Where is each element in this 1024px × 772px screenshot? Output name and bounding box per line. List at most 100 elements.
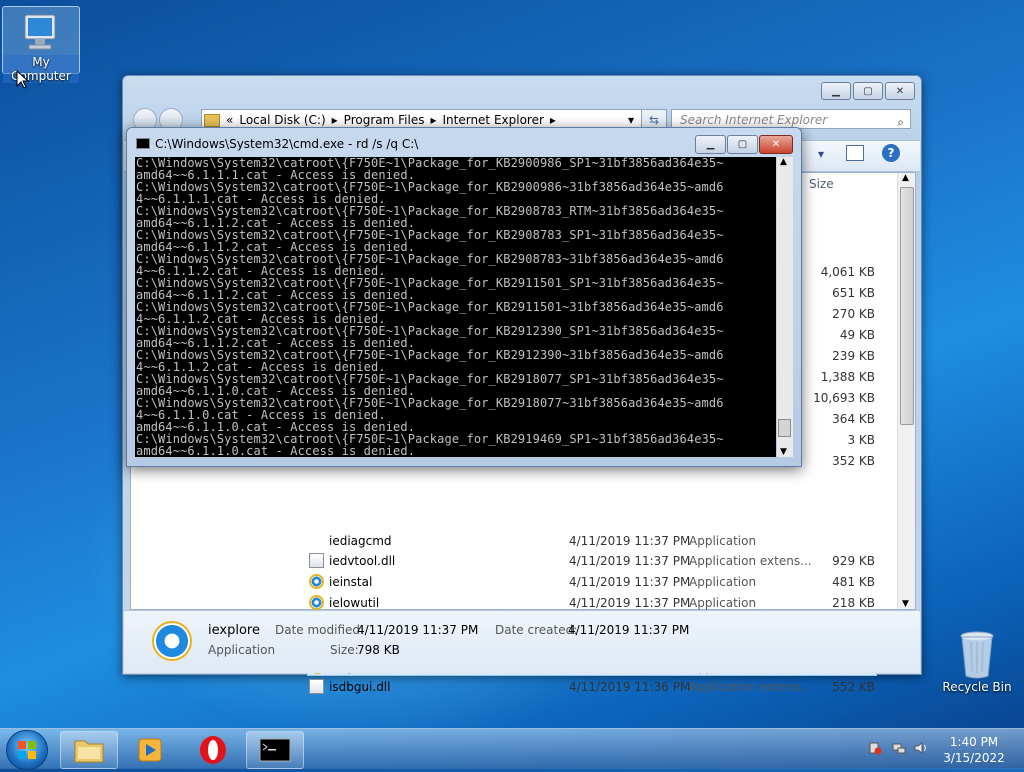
file-name: iediagcmd	[329, 534, 392, 548]
console-text: C:\Windows\System32\catroot\{F750E~1\Pac…	[135, 157, 776, 457]
cmd-window-title: C:\Windows\System32\cmd.exe - rd /s /q C…	[155, 137, 419, 151]
minimize-button[interactable]: ▁	[821, 82, 851, 100]
file-date: 4/11/2019 11:37 PM	[569, 575, 691, 589]
file-type: Application	[689, 575, 757, 589]
details-size-label: Size:	[330, 643, 359, 657]
details-pane: iexplore Application Date modified: 4/11…	[124, 610, 920, 673]
cmd-minimize-button[interactable]: ▁	[695, 135, 726, 154]
scroll-up-icon[interactable]: ▲	[902, 173, 909, 183]
file-size: 929 KB	[832, 554, 875, 568]
maximize-icon: ▢	[863, 85, 873, 97]
help-icon[interactable]: ?	[882, 144, 900, 162]
breadcrumb-separator-icon: ▸	[331, 113, 338, 127]
vertical-scrollbar[interactable]: ▲ ▼	[897, 173, 915, 609]
maximize-icon: ▢	[737, 139, 748, 150]
breadcrumb-separator-icon: ▸	[549, 113, 556, 127]
taskbar: 1:40 PM 3/15/2022	[0, 728, 1024, 770]
console-output[interactable]: C:\Windows\System32\catroot\{F750E~1\Pac…	[135, 157, 776, 457]
console-scrollbar[interactable]: ▲ ▼	[777, 157, 793, 457]
windows-logo-icon	[18, 741, 36, 759]
console-icon	[259, 738, 291, 762]
clock-date: 3/15/2022	[943, 751, 1005, 765]
desktop-icon-my-computer[interactable]: My Computer	[2, 6, 80, 83]
details-file-type: Application	[208, 643, 276, 657]
scrollbar-thumb[interactable]	[900, 187, 914, 425]
file-type: Application	[689, 534, 757, 548]
cmd-close-button[interactable]: ✕	[759, 135, 793, 154]
desktop-icon-recycle-bin[interactable]: Recycle Bin	[940, 630, 1014, 694]
breadcrumb-local-disk[interactable]: Local Disk (C:)	[239, 113, 325, 127]
action-center-icon[interactable]	[868, 741, 882, 755]
media-player-icon	[138, 738, 162, 762]
table-row[interactable]: isdbgui.dll 4/11/2019 11:36 PM Application…	[307, 677, 877, 697]
opera-taskbar-button[interactable]	[184, 731, 242, 769]
console-line: amd64~~6.1.1.0.cat - Access is denied.	[136, 444, 416, 457]
ie-icon	[309, 574, 324, 589]
column-header-size[interactable]: Size	[809, 177, 834, 191]
minimize-icon: ▁	[832, 85, 840, 97]
details-created-label: Date created:	[495, 623, 578, 637]
file-name: isdbgui.dll	[329, 680, 391, 694]
cmd-maximize-button[interactable]: ▢	[727, 135, 758, 154]
cmd-window: C:\Windows\System32\cmd.exe - rd /s /q C…	[126, 127, 802, 467]
maximize-button[interactable]: ▢	[853, 82, 883, 100]
media-player-taskbar-button[interactable]	[120, 731, 178, 769]
computer-icon	[24, 14, 56, 50]
file-size: 552 KB	[832, 680, 875, 694]
table-row[interactable]: ieinstal 4/11/2019 11:37 PM Application 481…	[307, 572, 877, 592]
opera-icon	[200, 736, 226, 764]
close-icon: ✕	[895, 85, 905, 97]
details-created-value: 4/11/2019 11:37 PM	[568, 623, 690, 637]
cmd-caption-buttons: ▁ ▢ ✕	[695, 135, 793, 154]
scrollbar-thumb[interactable]	[778, 419, 791, 437]
details-modified-value: 4/11/2019 11:37 PM	[357, 623, 479, 637]
folder-icon	[204, 113, 220, 127]
breadcrumb-internet-explorer[interactable]: Internet Explorer	[442, 113, 543, 127]
volume-icon[interactable]	[914, 741, 928, 755]
breadcrumb-program-files[interactable]: Program Files	[344, 113, 425, 127]
scroll-down-icon[interactable]: ▼	[780, 447, 787, 457]
search-input[interactable]: Search Internet Explorer ⌕	[671, 109, 911, 129]
system-clock[interactable]: 1:40 PM 3/15/2022	[940, 734, 1008, 766]
explorer-taskbar-button[interactable]	[60, 731, 118, 769]
start-button[interactable]	[6, 730, 48, 770]
desktop-icon-label: My Computer	[3, 55, 79, 83]
address-dropdown-icon[interactable]: ▾	[628, 113, 634, 127]
console-icon	[136, 138, 150, 149]
details-modified-label: Date modified:	[275, 623, 365, 637]
cmd-taskbar-button[interactable]	[246, 731, 304, 769]
details-file-name: iexplore	[208, 623, 260, 638]
close-icon: ✕	[771, 139, 781, 150]
file-name: iedvtool.dll	[329, 554, 396, 568]
file-date: 4/11/2019 11:37 PM	[569, 534, 691, 548]
folder-icon	[74, 740, 104, 763]
scroll-up-icon[interactable]: ▲	[780, 157, 787, 167]
recycle-bin-icon	[960, 631, 994, 679]
preview-pane-icon[interactable]	[846, 145, 864, 161]
breadcrumb-separator-icon: ▸	[430, 113, 437, 127]
dll-icon	[309, 679, 324, 694]
minimize-icon: ▁	[706, 139, 715, 150]
file-name: ieinstal	[329, 575, 373, 589]
dll-icon	[309, 553, 324, 568]
file-date: 4/11/2019 11:37 PM	[569, 554, 691, 568]
desktop-icon-label: Recycle Bin	[942, 680, 1012, 694]
search-placeholder: Search Internet Explorer	[680, 113, 828, 127]
ie-icon	[309, 595, 324, 610]
close-button[interactable]: ✕	[885, 82, 915, 100]
search-icon: ⌕	[897, 115, 904, 129]
ie-icon	[152, 621, 192, 661]
clock-time: 1:40 PM	[949, 735, 999, 749]
mouse-cursor-icon	[16, 70, 30, 89]
network-icon[interactable]	[892, 741, 906, 755]
refresh-icon: ⇆	[648, 113, 660, 127]
file-size: 481 KB	[832, 575, 875, 589]
explorer-caption-buttons: ▁ ▢ ✕	[821, 82, 915, 100]
table-row[interactable]: iedvtool.dll 4/11/2019 11:37 PM Applicatio…	[307, 551, 877, 571]
table-row-partial[interactable]: iediagcmd 4/11/2019 11:37 PM Application	[307, 531, 877, 551]
details-size-value: 798 KB	[357, 643, 400, 657]
file-date: 4/11/2019 11:36 PM	[569, 680, 691, 694]
address-overflow-chevron[interactable]: «	[226, 113, 233, 127]
scroll-down-icon[interactable]: ▼	[902, 599, 909, 609]
view-options-dropdown-icon[interactable]: ▾	[818, 147, 824, 161]
